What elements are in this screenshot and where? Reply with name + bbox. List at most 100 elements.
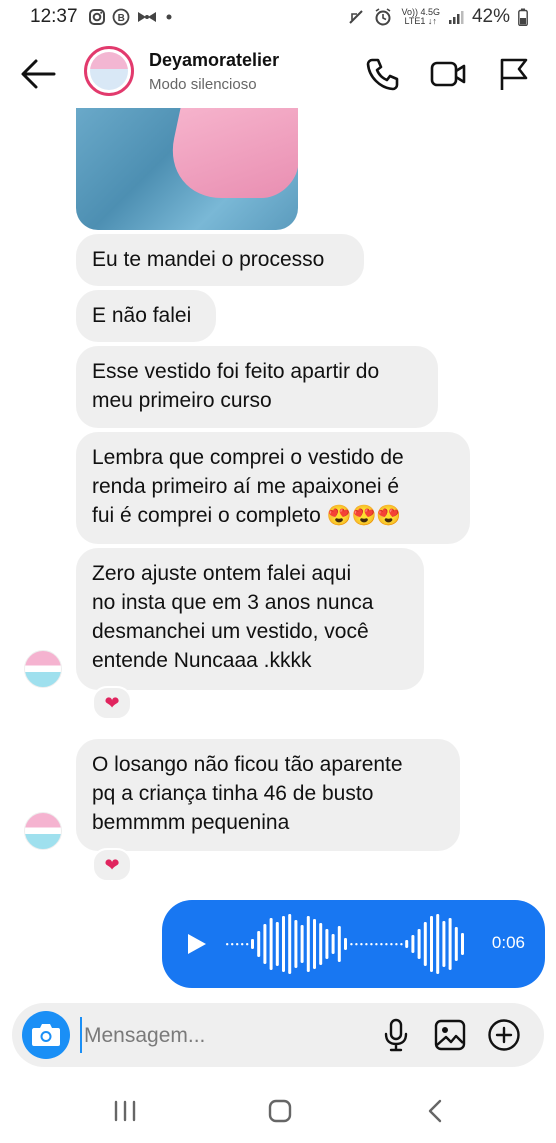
flag-icon xyxy=(500,58,528,90)
message-input[interactable] xyxy=(82,1015,376,1057)
plus-circle-icon xyxy=(488,1019,520,1051)
waveform-bar xyxy=(337,926,341,962)
waveform-bar xyxy=(300,925,304,963)
home-button[interactable] xyxy=(260,1096,300,1126)
waveform-bar xyxy=(436,914,440,974)
voice-call-button[interactable] xyxy=(362,54,402,94)
heart-icon: ❤ xyxy=(104,692,120,713)
microphone-icon xyxy=(384,1018,408,1052)
video-call-button[interactable] xyxy=(428,54,468,94)
sender-avatar[interactable] xyxy=(24,812,62,850)
message-line: entende Nuncaaa .kkkk xyxy=(92,649,312,672)
svg-text:B: B xyxy=(118,13,125,24)
waveform-bar xyxy=(288,914,292,974)
waveform-bar xyxy=(231,943,234,946)
status-right-icons: Vo)) 4.5G LTE1 ↓↑ 42% xyxy=(347,6,528,28)
waveform-bar xyxy=(442,921,446,967)
voice-duration: 0:06 xyxy=(491,933,525,952)
waveform-bar xyxy=(417,929,421,959)
battery-percent: 42% xyxy=(471,6,510,27)
message-line: pq a criança tinha 46 de busto xyxy=(92,782,374,805)
waveform-bar xyxy=(448,918,452,970)
waveform-bar xyxy=(390,943,393,946)
message-bubble[interactable]: Eu te mandei o processo xyxy=(76,234,364,286)
signal-icon xyxy=(448,11,464,24)
message-bubble[interactable]: Zero ajuste ontem falei aqui no insta qu… xyxy=(76,548,424,690)
waveform-bar xyxy=(395,943,398,946)
waveform-bar xyxy=(306,916,310,972)
camera-button[interactable] xyxy=(22,1011,70,1059)
chat-header: Deyamoratelier Modo silencioso xyxy=(0,36,556,116)
message-line: no insta que em 3 anos nunca xyxy=(92,591,374,614)
message-line: desmanchei um vestido, você xyxy=(92,620,369,643)
shared-photo[interactable] xyxy=(76,108,298,230)
bow-icon xyxy=(138,12,156,22)
waveform-bar xyxy=(380,943,383,946)
b-app-icon: B xyxy=(112,8,130,26)
instagram-icon xyxy=(89,9,105,25)
message-composer xyxy=(12,1003,544,1067)
play-icon[interactable] xyxy=(184,932,208,956)
waveform-bar xyxy=(294,920,298,968)
waveform-bar xyxy=(325,929,329,959)
system-back-button[interactable] xyxy=(416,1096,456,1126)
message-line: meu primeiro curso xyxy=(92,389,272,412)
message-text: Eu te mandei o processo xyxy=(92,248,325,271)
waveform-bar xyxy=(251,939,254,949)
heart-reaction[interactable]: ❤ xyxy=(92,848,132,882)
recent-apps-button[interactable] xyxy=(105,1096,145,1126)
gallery-button[interactable] xyxy=(432,1017,468,1053)
status-bar: 12:37 B Vo)) 4.5G LTE1 ↓↑ 42% xyxy=(0,0,556,36)
phone-icon xyxy=(366,58,399,91)
waveform-bar xyxy=(400,943,403,946)
gallery-icon xyxy=(434,1019,466,1051)
back-arrow-icon xyxy=(21,59,56,89)
waveform-bar xyxy=(350,943,353,946)
waveform-bar xyxy=(365,943,368,946)
waveform-bar xyxy=(360,943,363,946)
message-bubble[interactable]: O losango não ficou tão aparente pq a cr… xyxy=(76,739,460,851)
waveform-bar xyxy=(236,943,239,946)
waveform-bar xyxy=(313,919,316,969)
waveform-bar xyxy=(241,943,244,946)
waveform-bar xyxy=(226,943,229,946)
heart-eyes-emoji: 😍😍😍 xyxy=(326,505,402,527)
waveform-bar xyxy=(263,924,267,964)
message-text: E não falei xyxy=(92,304,192,327)
network-indicator: Vo)) 4.5G LTE1 ↓↑ xyxy=(401,8,440,26)
message-line: Zero ajuste ontem falei aqui xyxy=(92,562,352,585)
message-bubble[interactable]: Lembra que comprei o vestido de renda pr… xyxy=(76,432,470,544)
contact-name[interactable]: Deyamoratelier xyxy=(149,50,279,71)
system-nav-bar xyxy=(0,1078,556,1143)
message-line: fui é comprei o completo xyxy=(92,504,321,527)
message-line: renda primeiro aí me apaixonei é xyxy=(92,475,400,498)
message-bubble[interactable]: E não falei xyxy=(76,290,216,342)
video-camera-icon xyxy=(430,61,466,87)
voice-message[interactable]: 0:06 xyxy=(162,900,545,988)
waveform-bar xyxy=(461,933,464,955)
mute-icon xyxy=(349,10,364,24)
contact-avatar[interactable] xyxy=(84,46,134,96)
waveform-bar xyxy=(319,923,323,965)
message-line: Lembra que comprei o vestido de xyxy=(92,446,404,469)
back-icon xyxy=(428,1099,442,1123)
waveform-bar xyxy=(344,938,347,950)
battery-icon xyxy=(518,8,528,26)
network-label-bottom: LTE1 ↓↑ xyxy=(404,16,437,26)
waveform-bar xyxy=(275,922,279,966)
waveform-bar xyxy=(331,934,335,954)
report-button[interactable] xyxy=(494,54,534,94)
message-bubble[interactable]: Esse vestido foi feito apartir do meu pr… xyxy=(76,346,438,428)
voice-record-button[interactable] xyxy=(378,1017,414,1053)
more-options-button[interactable] xyxy=(486,1017,522,1053)
waveform-bar xyxy=(454,927,458,961)
back-button[interactable] xyxy=(18,56,58,92)
waveform-bar xyxy=(269,918,273,970)
waveform-bar xyxy=(355,943,358,946)
heart-reaction[interactable]: ❤ xyxy=(92,686,132,720)
message-line: Esse vestido foi feito apartir do xyxy=(92,360,380,383)
waveform-bar xyxy=(246,943,249,946)
message-line: bemmmm pequenina xyxy=(92,811,290,834)
sender-avatar[interactable] xyxy=(24,650,62,688)
status-notification-icons: B xyxy=(88,8,174,26)
